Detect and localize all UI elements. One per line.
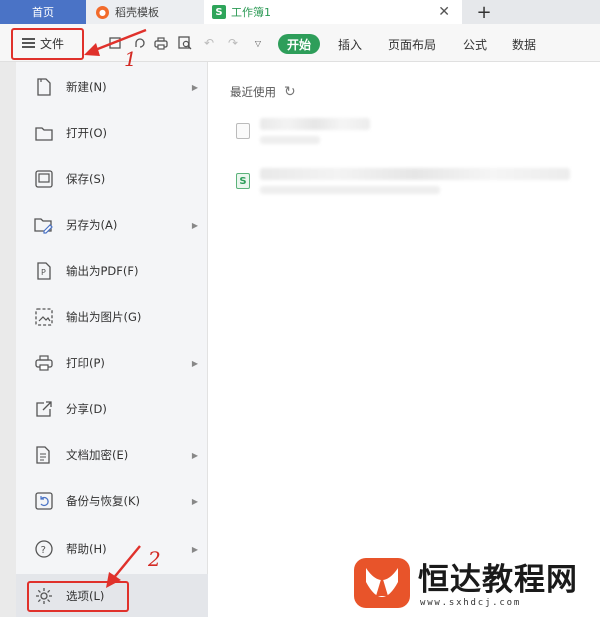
menu-item-backup[interactable]: 备份与恢复(K) ▶ — [16, 478, 208, 524]
svg-text:P: P — [41, 268, 46, 277]
annotation-arrow-2 — [106, 545, 141, 588]
close-tab-icon[interactable]: ✕ — [438, 4, 450, 20]
tab-bar: 首页 ● 稻壳模板 S 工作簿1 ✕ + — [0, 0, 600, 24]
annotation-step-2: 2 — [148, 547, 161, 571]
save-icon — [34, 169, 54, 189]
annotation-arrow-1 — [84, 28, 147, 56]
left-edge-strip — [0, 62, 16, 617]
submenu-arrow-icon: ▶ — [191, 450, 198, 460]
annotation-step-1: 1 — [124, 47, 137, 71]
menu-label-export-pdf: 输出为PDF(F) — [66, 264, 139, 278]
folder-open-icon — [34, 123, 54, 143]
menu-item-save[interactable]: 保存(S) — [16, 156, 208, 202]
menu-label-backup: 备份与恢复(K) — [66, 494, 141, 508]
recent-files-header: 最近使用 ↻ — [230, 84, 296, 100]
pdf-export-icon: P — [34, 261, 54, 281]
spreadsheet-icon: S — [212, 5, 226, 19]
encrypt-icon — [34, 445, 54, 465]
watermark-logo-icon — [354, 558, 410, 608]
save-as-icon — [34, 215, 54, 235]
quick-access-dropdown-icon[interactable]: ▽ — [251, 36, 265, 50]
document-icon — [236, 123, 250, 139]
redo-icon[interactable]: ↷ — [226, 36, 240, 50]
menu-label-export-image: 输出为图片(G) — [66, 310, 142, 324]
refresh-icon[interactable]: ↻ — [284, 84, 296, 100]
recent-file-item[interactable]: S — [236, 168, 570, 194]
recent-file-name-blurred — [260, 168, 570, 194]
tab-workbook[interactable]: S 工作簿1 ✕ — [204, 0, 462, 24]
tab-home[interactable]: 首页 — [0, 0, 86, 24]
ribbon-tab-formulas[interactable]: 公式 — [463, 34, 487, 54]
menu-label-encrypt: 文档加密(E) — [66, 448, 129, 462]
submenu-arrow-icon: ▶ — [191, 358, 198, 368]
tab-home-label: 首页 — [32, 6, 54, 19]
printer-icon — [34, 353, 54, 373]
tab-docer-templates[interactable]: ● 稻壳模板 — [86, 0, 204, 24]
submenu-arrow-icon: ▶ — [191, 82, 198, 92]
file-side-menu: 新建(N) ▶ 打开(O) 保存(S) 另存为(A) ▶ P 输出为PDF(F)… — [16, 62, 208, 617]
new-tab-button[interactable]: + — [472, 0, 496, 24]
svg-text:?: ? — [41, 545, 46, 556]
menu-item-export-pdf[interactable]: P 输出为PDF(F) — [16, 248, 208, 294]
menu-item-share[interactable]: 分享(D) — [16, 386, 208, 432]
menu-item-open[interactable]: 打开(O) — [16, 110, 208, 156]
backup-icon — [34, 491, 54, 511]
ribbon-tab-insert[interactable]: 插入 — [338, 34, 362, 54]
submenu-arrow-icon: ▶ — [191, 496, 198, 506]
watermark-name: 恒达教程网 — [418, 562, 578, 598]
image-export-icon — [34, 307, 54, 327]
tab-workbook-label: 工作簿1 — [231, 6, 271, 19]
menu-label-print: 打印(P) — [66, 356, 105, 370]
menu-label-open: 打开(O) — [66, 126, 108, 140]
ribbon-tab-start[interactable]: 开始 — [278, 34, 321, 54]
print-tool-icon[interactable] — [154, 36, 168, 50]
tab-docer-label: 稻壳模板 — [115, 6, 159, 19]
watermark-url: www.sxhdcj.com — [420, 598, 522, 608]
ribbon-tab-data[interactable]: 数据 — [512, 34, 536, 54]
spreadsheet-file-icon: S — [236, 173, 250, 189]
print-preview-icon[interactable] — [178, 36, 192, 50]
ribbon-tab-page-layout[interactable]: 页面布局 — [388, 34, 436, 54]
menu-label-save: 保存(S) — [66, 172, 106, 186]
recent-file-name-blurred — [260, 118, 370, 144]
help-icon: ? — [34, 539, 54, 559]
menu-item-new[interactable]: 新建(N) ▶ — [16, 64, 208, 110]
recent-file-item[interactable] — [236, 118, 370, 144]
site-watermark: 恒达教程网 www.sxhdcj.com — [348, 548, 600, 617]
menu-label-new: 新建(N) — [66, 80, 107, 94]
new-file-icon — [34, 77, 54, 97]
share-icon — [34, 399, 54, 419]
menu-label-share: 分享(D) — [66, 402, 107, 416]
menu-label-save-as: 另存为(A) — [66, 218, 118, 232]
menu-item-print[interactable]: 打印(P) ▶ — [16, 340, 208, 386]
menu-item-export-image[interactable]: 输出为图片(G) — [16, 294, 208, 340]
highlight-box-file-menu — [11, 28, 84, 60]
undo-icon[interactable]: ↶ — [202, 36, 216, 50]
docer-logo-icon: ● — [96, 5, 109, 19]
submenu-arrow-icon: ▶ — [191, 544, 198, 554]
submenu-arrow-icon: ▶ — [191, 220, 198, 230]
menu-item-encrypt[interactable]: 文档加密(E) ▶ — [16, 432, 208, 478]
recent-files-title: 最近使用 — [230, 85, 276, 99]
menu-item-save-as[interactable]: 另存为(A) ▶ — [16, 202, 208, 248]
